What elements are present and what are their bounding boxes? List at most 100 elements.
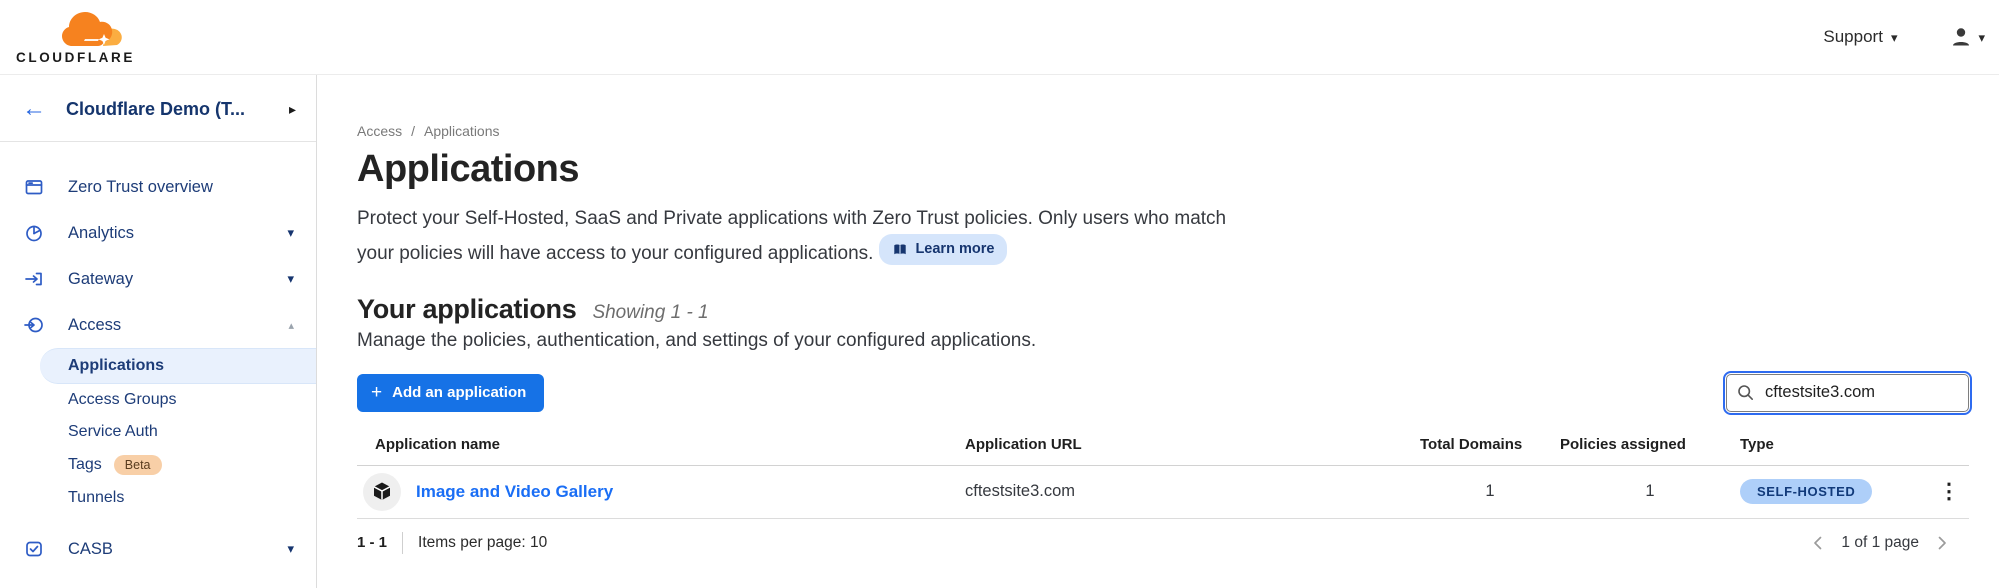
pagination-right: 1 of 1 page — [1811, 534, 1969, 552]
sidebar-item-tunnels[interactable]: Tunnels — [0, 482, 316, 514]
col-application-name: Application name — [357, 436, 965, 453]
cloudflare-cloud-icon — [62, 10, 130, 50]
sub-item-label: Tags — [68, 456, 102, 474]
user-icon — [1949, 25, 1973, 49]
type-cell: SELF-HOSTED — [1740, 479, 1930, 504]
chevron-up-icon: ▴ — [288, 319, 294, 332]
page-description: Protect your Self-Hosted, SaaS and Priva… — [357, 204, 1237, 269]
type-badge: SELF-HOSTED — [1740, 479, 1872, 504]
sidebar-item-tags[interactable]: Tags Beta — [0, 448, 316, 482]
sidebar-item-label: Access — [68, 316, 121, 335]
sidebar-item-access-groups[interactable]: Access Groups — [0, 384, 316, 416]
sidebar: ← Cloudflare Demo (T... ▸ Zero Trust ove… — [0, 75, 317, 588]
check-square-icon — [24, 539, 44, 559]
col-policies-assigned: Policies assigned — [1560, 436, 1740, 453]
sidebar-item-access[interactable]: Access ▴ — [0, 302, 316, 348]
sidebar-item-analytics[interactable]: Analytics ▾ — [0, 210, 316, 256]
cube-icon — [371, 481, 393, 503]
col-type: Type — [1740, 436, 1930, 453]
cloudflare-logo[interactable]: CLOUDFLARE — [16, 10, 135, 65]
plus-icon: + — [371, 383, 382, 402]
chevron-left-icon — [1811, 535, 1825, 551]
top-bar: CLOUDFLARE Support ▾ ▾ — [0, 0, 1999, 75]
col-total-domains: Total Domains — [1420, 436, 1560, 453]
table-row: Image and Video Gallery cftestsite3.com … — [357, 466, 1969, 519]
search-box — [1726, 374, 1969, 412]
learn-more-button[interactable]: Learn more — [879, 234, 1007, 265]
top-bar-right: Support ▾ ▾ — [1823, 25, 1987, 49]
policies-assigned-cell: 1 — [1560, 482, 1740, 501]
login-icon — [24, 315, 44, 335]
sub-item-label: Applications — [68, 357, 164, 375]
search-input[interactable] — [1726, 374, 1969, 412]
table-header-row: Application name Application URL Total D… — [357, 436, 1969, 466]
learn-more-label: Learn more — [915, 238, 994, 261]
support-label: Support — [1823, 27, 1883, 47]
items-range: 1 - 1 — [357, 534, 387, 551]
sub-item-label: Access Groups — [68, 391, 176, 409]
sidebar-item-service-auth[interactable]: Service Auth — [0, 416, 316, 448]
application-name-cell: Image and Video Gallery — [357, 473, 965, 511]
showing-count: Showing 1 - 1 — [592, 302, 708, 324]
items-per-page[interactable]: Items per page: 10 — [418, 534, 547, 552]
beta-badge: Beta — [114, 455, 162, 475]
back-arrow-icon[interactable]: ← — [22, 97, 46, 121]
chevron-down-icon: ▾ — [1891, 31, 1898, 44]
breadcrumb-separator: / — [411, 123, 415, 139]
pagination-left: 1 - 1 Items per page: 10 — [357, 532, 547, 554]
chevron-right-icon — [1935, 535, 1949, 551]
add-application-label: Add an application — [392, 384, 526, 401]
previous-page-button[interactable] — [1811, 535, 1825, 551]
footer-divider — [402, 532, 403, 554]
access-sub-menu: Applications Access Groups Service Auth … — [0, 348, 316, 514]
main-content: Access / Applications Applications Prote… — [317, 75, 1999, 588]
controls-row: + Add an application — [357, 374, 1969, 412]
sidebar-nav: Zero Trust overview Analytics ▾ Gateway … — [0, 142, 316, 572]
window-icon — [24, 177, 44, 197]
table-footer: 1 - 1 Items per page: 10 1 of 1 page — [357, 532, 1969, 554]
account-name: Cloudflare Demo (T... — [66, 99, 289, 120]
applications-table: Application name Application URL Total D… — [357, 436, 1969, 519]
chevron-down-icon: ▾ — [287, 541, 294, 557]
sidebar-item-casb[interactable]: CASB ▾ — [0, 526, 316, 572]
breadcrumb-applications: Applications — [424, 123, 500, 139]
sidebar-item-zero-trust-overview[interactable]: Zero Trust overview — [0, 164, 316, 210]
breadcrumb-access[interactable]: Access — [357, 123, 402, 139]
application-url-cell: cftestsite3.com — [965, 482, 1420, 501]
total-domains-cell: 1 — [1420, 482, 1560, 501]
sub-item-label: Service Auth — [68, 423, 158, 441]
sidebar-item-label: Analytics — [68, 224, 134, 243]
chevron-down-icon: ▾ — [1978, 31, 1985, 44]
section-subtitle: Manage the policies, authentication, and… — [357, 330, 1969, 352]
search-icon — [1737, 384, 1754, 401]
sidebar-item-gateway[interactable]: Gateway ▾ — [0, 256, 316, 302]
section-title: Your applications — [357, 294, 576, 325]
sidebar-item-applications[interactable]: Applications — [40, 348, 316, 384]
book-icon — [892, 242, 908, 257]
page-title: Applications — [357, 148, 1969, 191]
chevron-down-icon: ▾ — [287, 271, 294, 287]
section-header: Your applications Showing 1 - 1 — [357, 294, 1969, 325]
sidebar-item-label: CASB — [68, 540, 113, 559]
pie-chart-icon — [24, 223, 44, 243]
page-description-text: Protect your Self-Hosted, SaaS and Priva… — [357, 208, 1226, 264]
next-page-button[interactable] — [1935, 535, 1949, 551]
chevron-right-icon[interactable]: ▸ — [289, 101, 296, 118]
support-menu[interactable]: Support ▾ — [1823, 27, 1897, 47]
brand-wordmark: CLOUDFLARE — [16, 51, 135, 65]
application-name-link[interactable]: Image and Video Gallery — [416, 482, 613, 502]
sidebar-item-label: Zero Trust overview — [68, 178, 213, 197]
page-info: 1 of 1 page — [1841, 534, 1919, 552]
breadcrumb: Access / Applications — [357, 123, 1969, 139]
account-switcher[interactable]: ← Cloudflare Demo (T... ▸ — [0, 91, 316, 142]
application-avatar — [363, 473, 401, 511]
chevron-down-icon: ▾ — [287, 225, 294, 241]
col-application-url: Application URL — [965, 436, 1420, 453]
sidebar-item-label: Gateway — [68, 270, 133, 289]
row-actions-kebab-icon[interactable]: ⋮ — [1930, 479, 1969, 504]
gateway-icon — [24, 269, 44, 289]
app-window: CLOUDFLARE Support ▾ ▾ ← Cloudflare Demo… — [0, 0, 1999, 588]
sub-item-label: Tunnels — [68, 489, 124, 507]
add-application-button[interactable]: + Add an application — [357, 374, 544, 412]
user-menu[interactable]: ▾ — [1949, 25, 1985, 49]
